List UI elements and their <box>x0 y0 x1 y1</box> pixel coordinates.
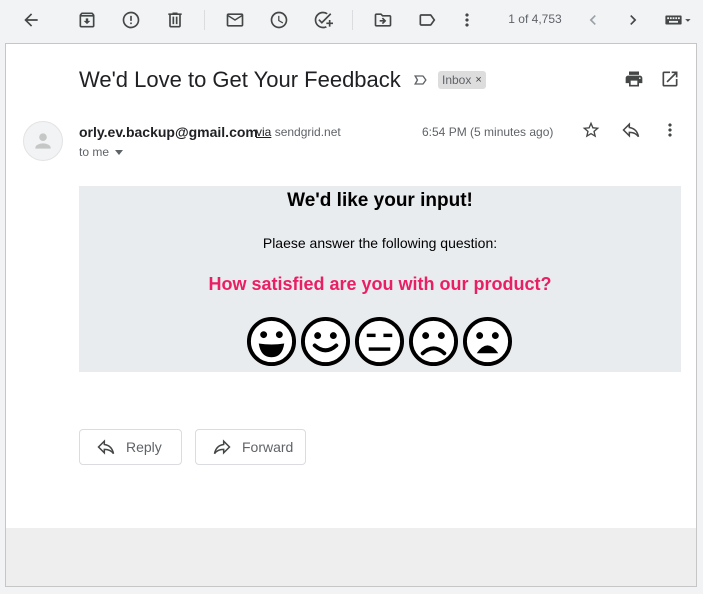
sender-avatar[interactable] <box>23 121 63 161</box>
archive-button[interactable] <box>71 4 103 36</box>
panel-footer <box>6 528 696 586</box>
snooze-button[interactable] <box>263 4 295 36</box>
reply-icon-button[interactable] <box>619 118 643 142</box>
star-outline-icon <box>582 121 600 138</box>
mark-unread-button[interactable] <box>219 4 251 36</box>
caret-down-icon <box>115 150 124 156</box>
archive-icon <box>79 12 95 28</box>
move-to-folder-icon <box>374 13 392 27</box>
labels-button[interactable] <box>411 4 443 36</box>
open-in-new-icon <box>662 71 678 87</box>
more-vert-icon <box>668 123 672 137</box>
add-to-tasks-button[interactable] <box>307 4 339 36</box>
remove-label-button[interactable]: × <box>475 74 481 86</box>
add-task-icon <box>314 11 333 29</box>
sender-email[interactable]: orly.ev.backup@gmail.com <box>79 124 258 140</box>
recipient-text: to me <box>79 145 110 159</box>
report-spam-button[interactable] <box>115 4 147 36</box>
neutral-face-icon[interactable] <box>354 316 405 367</box>
very-happy-face-icon[interactable] <box>246 316 297 367</box>
report-spam-icon <box>122 11 140 29</box>
timestamp: 6:54 PM (5 minutes ago) <box>422 125 554 139</box>
via-text: via sendgrid.net <box>256 125 341 139</box>
more-vert-icon <box>465 13 469 27</box>
card-subtitle: Plaese answer the following question: <box>262 235 498 251</box>
mail-icon <box>226 13 244 27</box>
via-domain: sendgrid.net <box>274 125 341 139</box>
label-icon <box>419 14 436 26</box>
reply-icon <box>622 122 640 138</box>
newer-button[interactable] <box>577 4 609 36</box>
arrow-left-icon <box>24 13 38 27</box>
inbox-label-chip: Inbox × <box>438 71 486 89</box>
via-link[interactable]: via <box>256 125 271 139</box>
person-icon <box>35 133 51 149</box>
reply-label: Reply <box>126 439 162 455</box>
importance-marker-icon[interactable] <box>412 72 428 88</box>
delete-button[interactable] <box>159 4 191 36</box>
message-panel: We'd Love to Get Your Feedback Inbox × o… <box>5 43 697 587</box>
back-button[interactable] <box>15 4 47 36</box>
chevron-right-icon <box>630 15 637 25</box>
sad-face-icon[interactable] <box>408 316 459 367</box>
keyboard-icon <box>665 15 691 25</box>
print-icon <box>625 71 643 87</box>
pagination-text: 1 of 4,753 <box>508 12 562 26</box>
recipient-details[interactable]: to me <box>79 145 124 159</box>
star-button[interactable] <box>579 118 603 142</box>
open-new-window-button[interactable] <box>658 67 682 91</box>
very-sad-face-icon[interactable] <box>462 316 513 367</box>
forward-button[interactable]: Forward <box>195 429 306 465</box>
card-title: We'd like your input! <box>287 190 473 211</box>
toolbar-divider <box>352 10 353 30</box>
feedback-card: We'd like your input! Plaese answer the … <box>79 186 681 372</box>
clock-icon <box>270 11 288 29</box>
forward-icon <box>213 439 231 455</box>
more-options-button[interactable] <box>451 4 483 36</box>
rating-faces <box>246 316 513 368</box>
forward-label: Forward <box>242 439 294 455</box>
reply-button[interactable]: Reply <box>79 429 182 465</box>
input-tools-button[interactable] <box>658 4 698 36</box>
print-button[interactable] <box>622 67 646 91</box>
reply-icon <box>97 439 115 455</box>
label-text: Inbox <box>442 73 472 87</box>
happy-face-icon[interactable] <box>300 316 351 367</box>
email-subject: We'd Love to Get Your Feedback <box>79 67 401 92</box>
chevron-left-icon <box>589 15 596 25</box>
trash-icon <box>168 12 182 28</box>
older-button[interactable] <box>617 4 649 36</box>
message-more-button[interactable] <box>658 118 682 142</box>
survey-question: How satisfied are you with our product? <box>208 274 552 294</box>
toolbar-divider <box>204 10 205 30</box>
move-to-button[interactable] <box>367 4 399 36</box>
message-toolbar: 1 of 4,753 <box>0 0 703 40</box>
